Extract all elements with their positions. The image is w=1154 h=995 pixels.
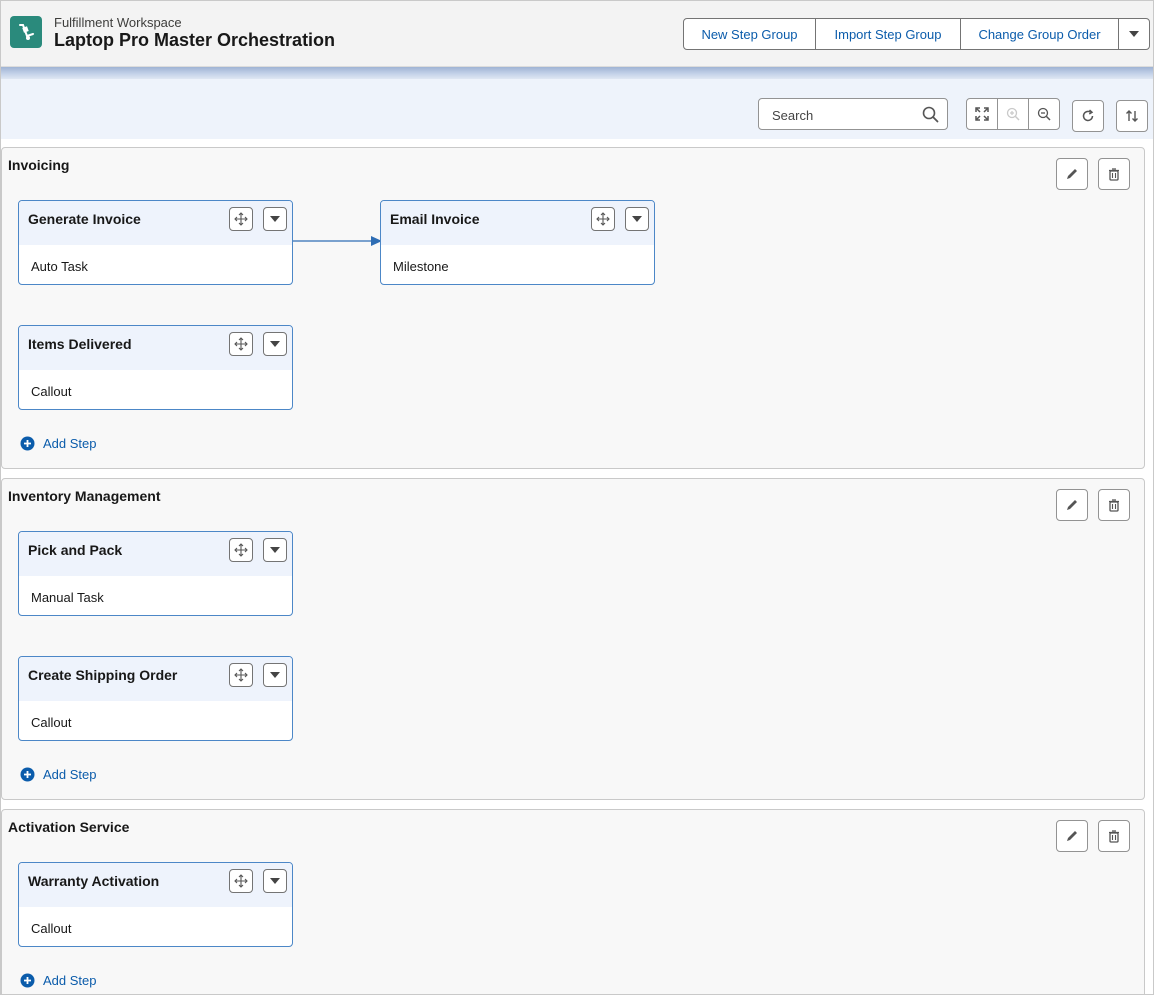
import-step-group-button[interactable]: Import Step Group — [815, 18, 961, 50]
add-step-label: Add Step — [43, 436, 97, 451]
step-menu-button[interactable] — [263, 207, 287, 231]
pencil-icon — [1067, 169, 1077, 179]
step-card[interactable]: Warranty Activation Callout — [18, 862, 293, 947]
chevron-down-icon — [270, 341, 280, 347]
add-circle-icon — [20, 436, 35, 451]
more-actions-button[interactable] — [1118, 18, 1150, 50]
chevron-down-icon — [270, 672, 280, 678]
trash-icon — [1109, 499, 1119, 512]
orchestration-workspace: Fulfillment Workspace Laptop Pro Master … — [0, 0, 1154, 995]
move-icon — [234, 337, 248, 351]
search-icon[interactable] — [922, 106, 939, 128]
step-type: Callout — [31, 384, 72, 399]
move-icon — [234, 668, 248, 682]
zoom-in-button[interactable] — [997, 98, 1029, 130]
step-type: Callout — [31, 715, 72, 730]
fit-to-screen-button[interactable] — [966, 98, 998, 130]
step-type: Auto Task — [31, 259, 88, 274]
trash-icon — [1109, 830, 1119, 843]
step-title: Items Delivered — [28, 336, 132, 352]
step-menu-button[interactable] — [263, 332, 287, 356]
page-header: Fulfillment Workspace Laptop Pro Master … — [1, 1, 1153, 67]
step-title: Create Shipping Order — [28, 667, 178, 683]
trash-icon — [1109, 168, 1119, 181]
step-card[interactable]: Email Invoice Milestone — [380, 200, 655, 285]
step-group-inventory-management: Inventory Management Pick and Pack Manua… — [1, 478, 1145, 800]
chevron-down-icon — [270, 878, 280, 884]
move-icon — [234, 874, 248, 888]
step-menu-button[interactable] — [625, 207, 649, 231]
zoom-in-icon — [1006, 107, 1020, 121]
step-menu-button[interactable] — [263, 663, 287, 687]
step-title: Email Invoice — [390, 211, 480, 227]
step-dependency-button[interactable] — [229, 663, 253, 687]
search-box — [758, 98, 948, 130]
move-icon — [234, 212, 248, 226]
search-input[interactable] — [770, 106, 920, 124]
delete-group-button[interactable] — [1098, 489, 1130, 521]
edit-group-button[interactable] — [1056, 820, 1088, 852]
add-step-label: Add Step — [43, 767, 97, 782]
pencil-icon — [1067, 500, 1077, 510]
chevron-down-icon — [1129, 31, 1139, 37]
new-step-group-button[interactable]: New Step Group — [683, 18, 816, 50]
step-group-invoicing: Invoicing Generate Invoice Auto Task Ema… — [1, 147, 1145, 469]
zoom-out-icon — [1037, 107, 1051, 121]
step-group-title: Activation Service — [8, 819, 130, 835]
chevron-down-icon — [632, 216, 642, 222]
step-dependency-button[interactable] — [591, 207, 615, 231]
step-group-activation-service: Activation Service Warranty Activation C… — [1, 809, 1145, 994]
edit-group-button[interactable] — [1056, 489, 1088, 521]
step-dependency-button[interactable] — [229, 207, 253, 231]
chevron-down-icon — [270, 216, 280, 222]
step-card[interactable]: Items Delivered Callout — [18, 325, 293, 410]
refresh-icon — [1082, 109, 1094, 122]
delete-group-button[interactable] — [1098, 158, 1130, 190]
move-icon — [234, 543, 248, 557]
page-title: Laptop Pro Master Orchestration — [54, 30, 336, 50]
step-connector-arrow — [293, 236, 382, 246]
step-title: Generate Invoice — [28, 211, 141, 227]
step-type: Manual Task — [31, 590, 104, 605]
header-decoration-band — [1, 67, 1153, 79]
add-circle-icon — [20, 767, 35, 782]
step-type: Milestone — [393, 259, 449, 274]
zoom-out-button[interactable] — [1028, 98, 1060, 130]
expand-icon — [975, 107, 989, 121]
step-menu-button[interactable] — [263, 538, 287, 562]
add-step-button[interactable]: Add Step — [20, 436, 97, 451]
pencil-icon — [1067, 831, 1077, 841]
move-icon — [596, 212, 610, 226]
zoom-controls — [966, 98, 1060, 130]
step-type: Callout — [31, 921, 72, 936]
step-dependency-button[interactable] — [229, 869, 253, 893]
add-circle-icon — [20, 973, 35, 988]
step-title: Pick and Pack — [28, 542, 123, 558]
edit-group-button[interactable] — [1056, 158, 1088, 190]
add-step-button[interactable]: Add Step — [20, 767, 97, 782]
dolly-app-icon — [10, 16, 42, 48]
step-card[interactable]: Pick and Pack Manual Task — [18, 531, 293, 616]
header-actions: New Step Group Import Step Group Change … — [683, 18, 1150, 50]
step-group-title: Inventory Management — [8, 488, 161, 504]
step-group-title: Invoicing — [8, 157, 70, 173]
step-dependency-button[interactable] — [229, 538, 253, 562]
change-group-order-button[interactable]: Change Group Order — [960, 18, 1119, 50]
delete-group-button[interactable] — [1098, 820, 1130, 852]
sort-icon — [1126, 110, 1138, 122]
step-card[interactable]: Create Shipping Order Callout — [18, 656, 293, 741]
sort-button[interactable] — [1116, 100, 1148, 132]
app-subtitle: Fulfillment Workspace — [54, 15, 182, 30]
add-step-button[interactable]: Add Step — [20, 973, 97, 988]
step-dependency-button[interactable] — [229, 332, 253, 356]
refresh-button[interactable] — [1072, 100, 1104, 132]
step-title: Warranty Activation — [28, 873, 160, 889]
chevron-down-icon — [270, 547, 280, 553]
step-card[interactable]: Generate Invoice Auto Task — [18, 200, 293, 285]
step-menu-button[interactable] — [263, 869, 287, 893]
add-step-label: Add Step — [43, 973, 97, 988]
